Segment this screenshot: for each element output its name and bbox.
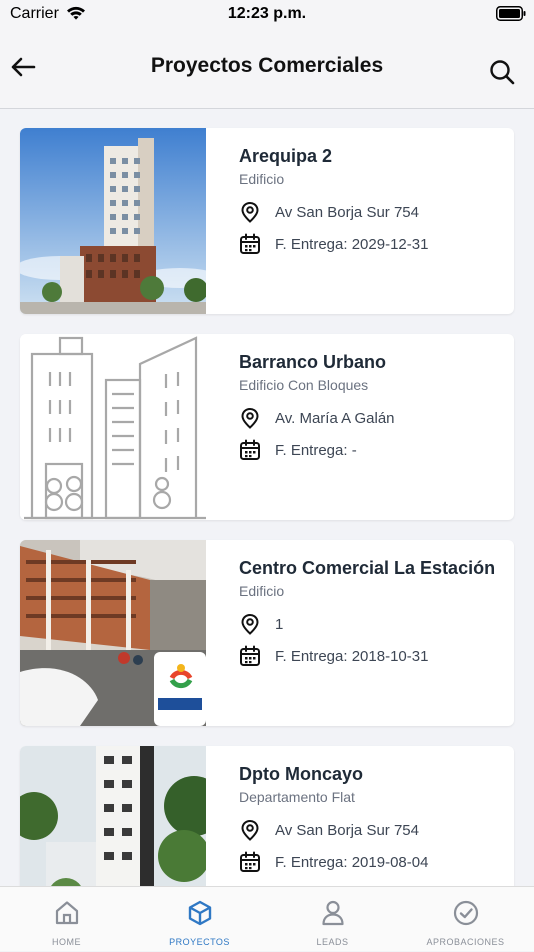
tab-proyectos[interactable]: PROYECTOS (133, 887, 266, 951)
delivery-date: F. Entrega: 2018-10-31 (275, 647, 429, 665)
home-icon (55, 901, 79, 925)
location-pin-icon (241, 819, 259, 841)
address-row: Av. María A Galán (239, 407, 504, 429)
project-name: Centro Comercial La Estación (239, 558, 496, 578)
project-address: Av. María A Galán (275, 409, 395, 427)
tab-label: LEADS (316, 937, 349, 947)
project-name: Barranco Urbano (239, 352, 387, 372)
calendar-icon (240, 851, 260, 872)
delivery-date: F. Entrega: 2019-08-04 (275, 853, 429, 871)
delivery-row: F. Entrega: - (239, 439, 504, 461)
project-card-arequipa-2[interactable]: Arequipa 2 Edificio Av San Borja Sur 754… (20, 128, 514, 314)
project-type: Departamento Flat (239, 789, 355, 805)
project-address: Av San Borja Sur 754 (275, 821, 419, 839)
battery-icon (496, 6, 526, 21)
project-type: Edificio Con Bloques (239, 377, 369, 393)
project-thumbnail (20, 128, 206, 314)
delivery-row: F. Entrega: 2019-08-04 (239, 851, 504, 873)
location-pin-icon (241, 407, 259, 429)
address-row: 1 (239, 613, 504, 635)
project-type: Edificio (239, 171, 285, 187)
project-thumbnail (20, 540, 206, 726)
person-icon (322, 900, 344, 926)
project-list: Arequipa 2 Edificio Av San Borja Sur 754… (20, 128, 514, 952)
project-thumbnail (20, 334, 206, 520)
project-card-barranco-urbano[interactable]: Barranco Urbano Edificio Con Bloques Av.… (20, 334, 514, 520)
tab-leads[interactable]: LEADS (266, 887, 399, 951)
project-address: Av San Borja Sur 754 (275, 203, 419, 221)
cube-icon (188, 900, 212, 926)
project-address: 1 (275, 615, 284, 633)
tab-label: PROYECTOS (169, 937, 230, 947)
project-name: Dpto Moncayo (239, 764, 363, 784)
project-info: Centro Comercial La Estación Edificio 1 … (239, 555, 504, 667)
location-pin-icon (241, 613, 259, 635)
check-circle-icon (453, 900, 479, 926)
location-pin-icon (241, 201, 259, 223)
address-row: Av San Borja Sur 754 (239, 201, 504, 223)
search-icon[interactable] (488, 58, 516, 86)
delivery-row: F. Entrega: 2029-12-31 (239, 233, 504, 255)
tab-home[interactable]: HOME (0, 887, 133, 951)
project-card-centro-comercial-la-estacion[interactable]: Centro Comercial La Estación Edificio 1 … (20, 540, 514, 726)
address-row: Av San Borja Sur 754 (239, 819, 504, 841)
tab-bar: HOME PROYECTOS LEADS APROBACIONES (0, 886, 534, 951)
tab-aprobaciones[interactable]: APROBACIONES (399, 887, 532, 951)
project-type: Edificio (239, 583, 285, 599)
project-info: Dpto Moncayo Departamento Flat Av San Bo… (239, 761, 504, 873)
navigation-bar: Proyectos Comerciales (0, 28, 534, 109)
calendar-icon (240, 439, 260, 460)
delivery-date: F. Entrega: 2029-12-31 (275, 235, 429, 253)
delivery-row: F. Entrega: 2018-10-31 (239, 645, 504, 667)
calendar-icon (240, 645, 260, 666)
calendar-icon (240, 233, 260, 254)
tab-label: HOME (52, 937, 81, 947)
project-info: Barranco Urbano Edificio Con Bloques Av.… (239, 349, 504, 461)
tab-label: APROBACIONES (426, 937, 505, 947)
clock: 12:23 p.m. (227, 5, 307, 22)
delivery-date: F. Entrega: - (275, 441, 357, 459)
status-bar: Carrier 12:23 p.m. (0, 0, 534, 28)
project-name: Arequipa 2 (239, 146, 333, 166)
project-info: Arequipa 2 Edificio Av San Borja Sur 754… (239, 143, 504, 255)
page-title: Proyectos Comerciales (150, 54, 384, 77)
